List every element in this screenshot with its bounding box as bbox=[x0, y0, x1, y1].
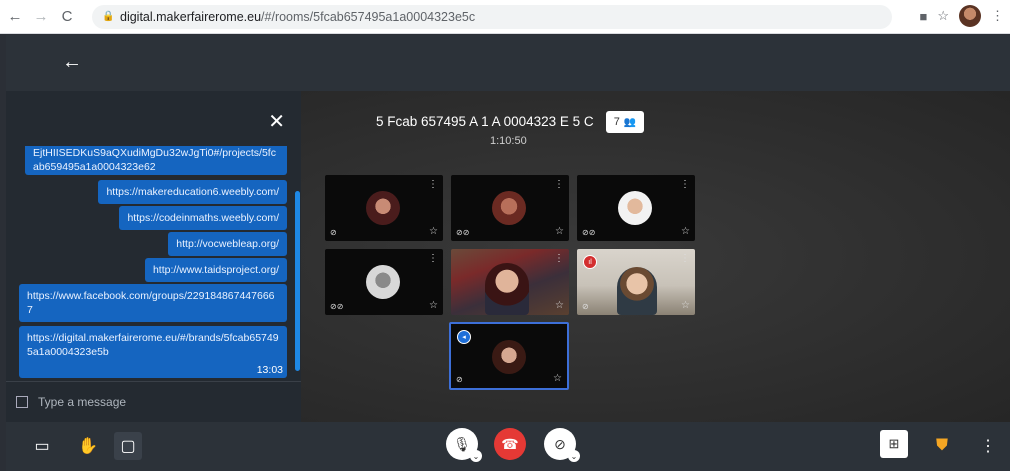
pin-star-icon[interactable]: ☆ bbox=[429, 226, 438, 237]
participant-count-badge[interactable]: 7 👥 bbox=[606, 111, 644, 133]
chat-header: ✕ bbox=[6, 91, 301, 149]
chat-messages[interactable]: EjtHIISEDKuS9aQXudiMgDu32wJgTi0#/project… bbox=[6, 146, 301, 391]
participant-avatar bbox=[492, 340, 526, 374]
pin-star-icon[interactable]: ☆ bbox=[555, 300, 564, 311]
message-input[interactable] bbox=[38, 395, 278, 409]
security-shield-icon[interactable]: ⛊ bbox=[928, 432, 956, 460]
tile-menu-icon[interactable]: ⋮ bbox=[554, 179, 564, 190]
url-text: digital.makerfairerome.eu/#/rooms/5fcab6… bbox=[120, 10, 476, 24]
more-options-icon[interactable]: ⋮ bbox=[974, 432, 1002, 460]
pin-star-icon[interactable]: ☆ bbox=[553, 373, 562, 384]
back-arrow-icon[interactable]: ← bbox=[62, 51, 82, 74]
participants-icon: 👥 bbox=[623, 116, 637, 128]
pin-star-icon[interactable]: ☆ bbox=[681, 300, 690, 311]
tile-menu-icon[interactable]: ⋮ bbox=[680, 253, 690, 264]
active-speaker-tile[interactable]: ◂ ⊘ ☆ bbox=[449, 322, 569, 390]
message-timestamp: 13:03 bbox=[256, 364, 283, 376]
chat-scrollbar[interactable] bbox=[295, 191, 300, 371]
chat-icon[interactable]: ▢ bbox=[114, 432, 142, 460]
chat-message[interactable]: https://www.facebook.com/groups/22918486… bbox=[19, 284, 287, 322]
camera-off-icon: ⊘ bbox=[456, 375, 463, 384]
back-nav-button[interactable]: ← bbox=[4, 6, 26, 28]
browser-actions: ■ ☆ ⋮ bbox=[919, 5, 1004, 27]
room-title: 5 Fcab 657495 A 1 A 0004323 E 5 C bbox=[376, 114, 594, 129]
video-stage: 5 Fcab 657495 A 1 A 0004323 E 5 C 7 👥 1:… bbox=[301, 91, 1010, 422]
browser-toolbar: ← → C 🔒 digital.makerfairerome.eu/#/room… bbox=[0, 0, 1010, 34]
tile-menu-icon[interactable]: ⋮ bbox=[428, 179, 438, 190]
participant-video bbox=[485, 263, 529, 315]
screen-share-icon[interactable]: ▭ bbox=[28, 432, 56, 460]
chat-message[interactable]: EjtHIISEDKuS9aQXudiMgDu32wJgTi0#/project… bbox=[25, 146, 287, 175]
pin-star-icon[interactable]: ☆ bbox=[555, 226, 564, 237]
reload-button[interactable]: C bbox=[56, 6, 78, 28]
chat-input-row bbox=[6, 381, 301, 422]
participant-video bbox=[617, 267, 657, 315]
chat-message[interactable]: http://www.taidsproject.org/ bbox=[144, 258, 287, 282]
participant-tile[interactable]: ⋮ ⊘⊘ ☆ bbox=[325, 249, 443, 315]
microphone-icon[interactable]: 🎙 ⌄ bbox=[446, 428, 482, 462]
mic-camera-off-icon: ⊘⊘ bbox=[456, 228, 470, 237]
kebab-menu-icon[interactable]: ⋮ bbox=[991, 8, 1004, 24]
profile-avatar-icon[interactable] bbox=[959, 5, 981, 27]
close-icon[interactable]: ✕ bbox=[268, 109, 285, 134]
checkbox[interactable] bbox=[16, 396, 28, 408]
forward-nav-button[interactable]: → bbox=[30, 6, 52, 28]
participant-tile[interactable]: ⋮ ⊘ ☆ bbox=[325, 175, 443, 241]
tile-menu-icon[interactable]: ⋮ bbox=[428, 253, 438, 264]
mic-camera-off-icon: ⊘⊘ bbox=[582, 228, 596, 237]
participant-avatar bbox=[366, 265, 400, 299]
participant-count: 7 bbox=[613, 116, 620, 128]
video-camera-icon[interactable]: ■ bbox=[919, 9, 927, 24]
chat-message[interactable]: https://codeinmaths.weebly.com/ bbox=[119, 206, 287, 230]
pin-star-icon[interactable]: ☆ bbox=[681, 226, 690, 237]
speaking-indicator-icon: ◂ bbox=[457, 330, 471, 344]
mic-camera-off-icon: ⊘⊘ bbox=[330, 302, 344, 311]
participant-tile[interactable]: ⋮ ⊘⊘ ☆ bbox=[451, 175, 569, 241]
chat-message[interactable]: https://digital.makerfairerome.eu/#/bran… bbox=[19, 326, 287, 378]
camera-off-icon: ⊘ bbox=[330, 228, 337, 237]
chat-panel: ✕ EjtHIISEDKuS9aQXudiMgDu32wJgTi0#/proje… bbox=[6, 91, 301, 422]
mic-off-icon: ⊘ bbox=[582, 302, 589, 311]
chat-message[interactable]: http://vocwebleap.org/ bbox=[168, 232, 287, 256]
camera-options-chevron-icon[interactable]: ⌄ bbox=[568, 450, 580, 462]
participant-tile[interactable]: ⋮ ⊘⊘ ☆ bbox=[577, 175, 695, 241]
hangup-icon[interactable]: ☎ bbox=[494, 428, 526, 460]
tile-view-icon[interactable]: ⊞ bbox=[880, 430, 908, 458]
participant-avatar bbox=[618, 191, 652, 225]
camera-off-icon[interactable]: ⊘ ⌄ bbox=[544, 428, 580, 462]
tile-menu-icon[interactable]: ⋮ bbox=[554, 253, 564, 264]
call-timer: 1:10:50 bbox=[490, 135, 527, 147]
pin-star-icon[interactable]: ☆ bbox=[429, 300, 438, 311]
participant-video-tile[interactable]: ⋮ ☆ bbox=[451, 249, 569, 315]
address-bar[interactable]: 🔒 digital.makerfairerome.eu/#/rooms/5fca… bbox=[92, 5, 892, 29]
call-toolbar: ▭ ✋ ▢ 🎙 ⌄ ☎ ⊘ ⌄ ⊞ ⛊ ⋮ bbox=[6, 422, 1010, 471]
connection-quality-icon: ıl bbox=[583, 255, 597, 269]
tile-menu-icon[interactable]: ⋮ bbox=[680, 179, 690, 190]
participant-avatar bbox=[492, 191, 526, 225]
mic-options-chevron-icon[interactable]: ⌄ bbox=[470, 450, 482, 462]
raise-hand-icon[interactable]: ✋ bbox=[74, 432, 102, 460]
star-icon[interactable]: ☆ bbox=[937, 8, 949, 24]
chat-message[interactable]: https://makereducation6.weebly.com/ bbox=[98, 180, 287, 204]
participant-avatar bbox=[366, 191, 400, 225]
lock-icon: 🔒 bbox=[102, 11, 115, 22]
participant-video-tile[interactable]: ıl ⋮ ⊘ ☆ bbox=[577, 249, 695, 315]
app-header: ← bbox=[6, 35, 1010, 91]
